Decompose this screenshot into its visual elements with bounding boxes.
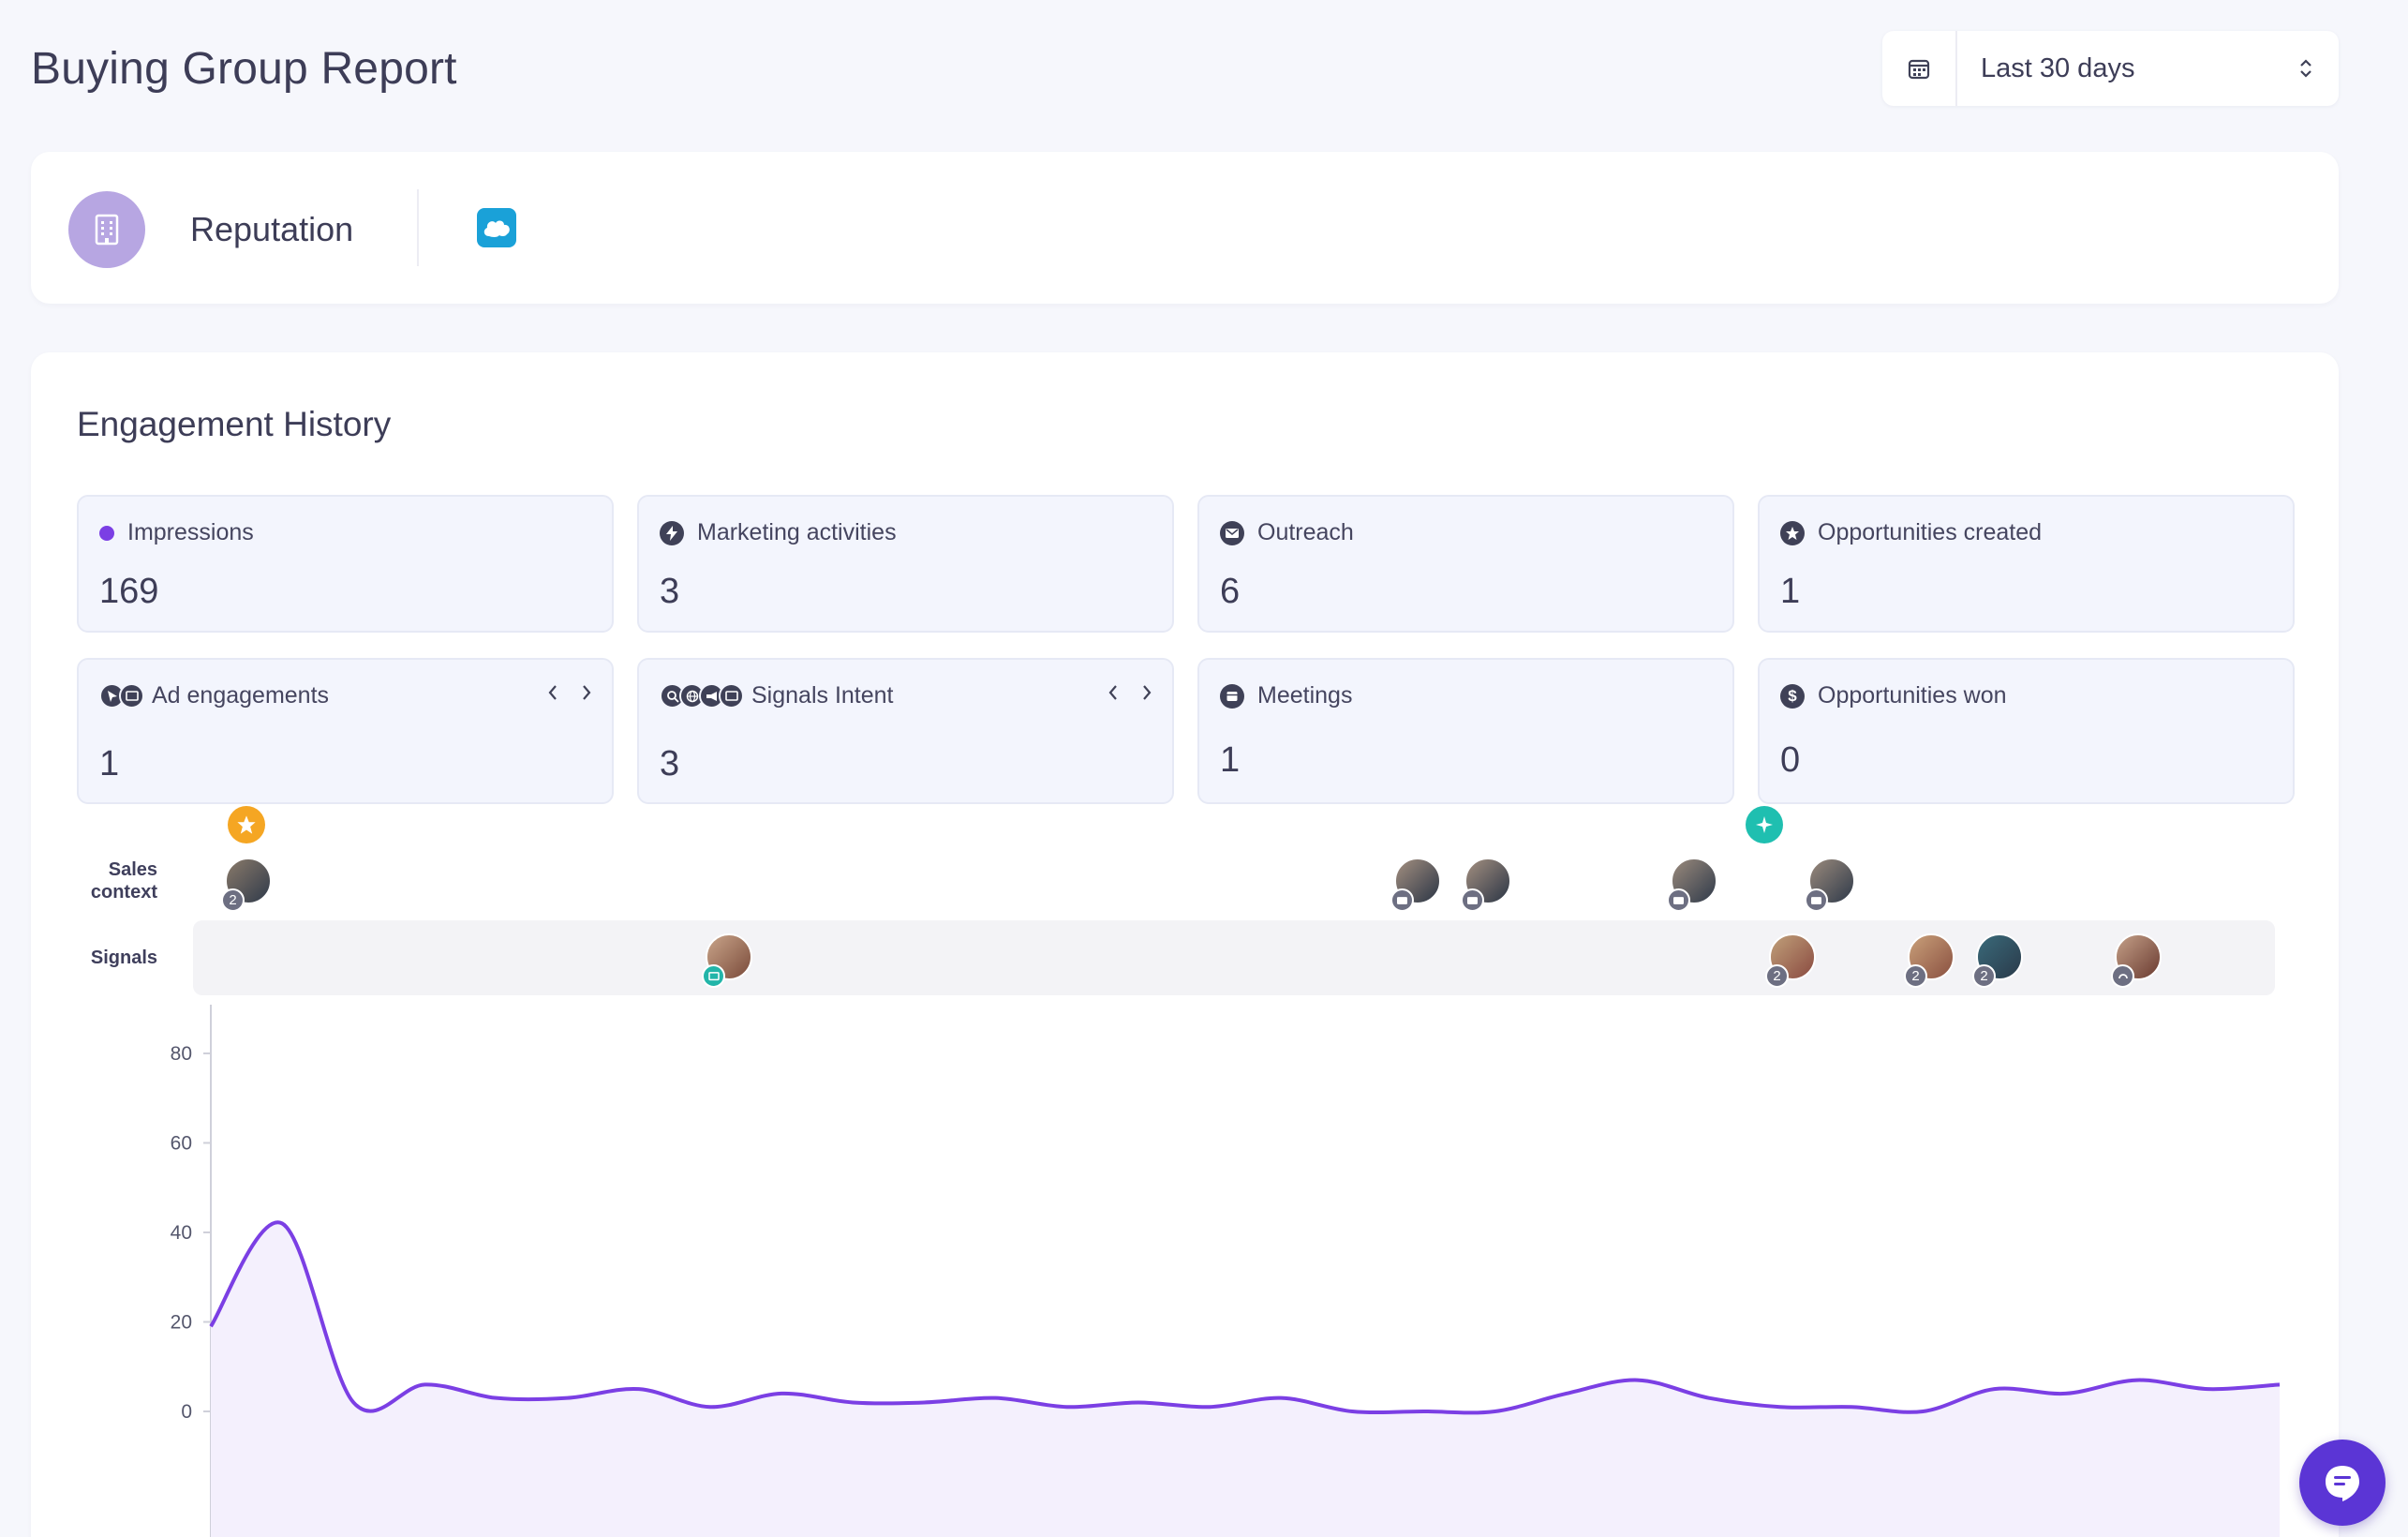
bolt-icon bbox=[660, 520, 684, 545]
metric-label: Signals Intent bbox=[751, 682, 894, 709]
sales-context-label: Sales context bbox=[90, 859, 157, 903]
signals-label: Signals bbox=[90, 948, 157, 968]
calendar-icon bbox=[1220, 683, 1244, 709]
mail-icon bbox=[1805, 888, 1828, 912]
y-tick-label: 60 bbox=[171, 1133, 192, 1155]
metric-value: 0 bbox=[1780, 740, 1801, 780]
contact-avatar[interactable]: 2 bbox=[1765, 933, 1816, 988]
chevron-right-icon[interactable] bbox=[580, 682, 593, 708]
metric-label: Opportunities created bbox=[1818, 519, 2043, 545]
mail-icon bbox=[1461, 888, 1484, 912]
metric-label: Outreach bbox=[1257, 519, 1354, 545]
dollar-icon: $ bbox=[1780, 683, 1805, 709]
date-range-value[interactable]: Last 30 days bbox=[1957, 31, 2273, 106]
signal-sparkle-marker[interactable] bbox=[1746, 806, 1783, 843]
metric-value: 1 bbox=[1780, 572, 1801, 611]
contact-avatar[interactable]: 2 bbox=[1904, 933, 1955, 988]
metric-opportunities-won[interactable]: $ Opportunities won 0 bbox=[1758, 658, 2295, 804]
metric-value: 169 bbox=[99, 572, 159, 611]
contact-avatar[interactable] bbox=[1461, 858, 1511, 912]
intent-icons bbox=[660, 683, 744, 709]
metric-label: Impressions bbox=[127, 519, 254, 545]
company-card: Reputation bbox=[31, 152, 2339, 304]
contact-avatar[interactable]: 2 bbox=[1972, 933, 2023, 988]
metric-impressions[interactable]: Impressions 169 bbox=[77, 495, 614, 633]
y-tick-label: 0 bbox=[181, 1401, 192, 1423]
metric-value: 1 bbox=[99, 744, 120, 783]
metric-label: Opportunities won bbox=[1818, 682, 2007, 709]
metric-label: Marketing activities bbox=[697, 519, 897, 545]
count-badge: 2 bbox=[1765, 964, 1789, 988]
chevron-left-icon[interactable] bbox=[1107, 682, 1120, 708]
contact-avatar[interactable]: 2 bbox=[221, 858, 272, 912]
count-badge: 2 bbox=[1972, 964, 1996, 988]
engagement-history-card: Engagement History Impressions 169 Marke… bbox=[31, 352, 2339, 1537]
metric-ad-engagements[interactable]: Ad engagements 1 bbox=[77, 658, 614, 804]
building-icon bbox=[68, 191, 145, 268]
count-badge: 2 bbox=[221, 888, 245, 912]
salesforce-icon[interactable] bbox=[477, 208, 516, 247]
contact-avatar[interactable] bbox=[1390, 858, 1441, 912]
signals-band bbox=[193, 920, 2275, 995]
metric-opportunities-created[interactable]: Opportunities created 1 bbox=[1758, 495, 2295, 633]
section-title: Engagement History bbox=[77, 405, 392, 443]
mail-icon bbox=[1667, 888, 1690, 912]
page-title: Buying Group Report bbox=[31, 44, 457, 94]
date-range-select[interactable]: Last 30 days bbox=[1882, 31, 2339, 106]
ad-icons bbox=[99, 683, 144, 709]
dot-icon bbox=[99, 525, 114, 541]
y-tick-label: 80 bbox=[171, 1043, 192, 1065]
metric-meetings[interactable]: Meetings 1 bbox=[1197, 658, 1734, 804]
calendar-icon[interactable] bbox=[1882, 31, 1957, 106]
metric-value: 6 bbox=[1220, 572, 1241, 611]
metric-label: Ad engagements bbox=[152, 682, 330, 709]
metric-value: 3 bbox=[660, 572, 680, 611]
chat-widget-button[interactable] bbox=[2299, 1440, 2386, 1526]
contact-avatar[interactable] bbox=[2111, 933, 2162, 988]
divider bbox=[417, 189, 419, 266]
impressions-line bbox=[209, 1220, 2281, 1415]
metric-outreach[interactable]: Outreach 6 bbox=[1197, 495, 1734, 633]
chevron-left-icon[interactable] bbox=[546, 682, 559, 708]
count-badge: 2 bbox=[1904, 964, 1927, 988]
impressions-chart: 80 60 40 20 0 bbox=[171, 1005, 2281, 1537]
metric-marketing-activities[interactable]: Marketing activities 3 bbox=[637, 495, 1174, 633]
impressions-area bbox=[211, 1222, 2280, 1537]
metric-value: 3 bbox=[660, 744, 680, 783]
contact-avatar[interactable] bbox=[1805, 858, 1855, 912]
company-name[interactable]: Reputation bbox=[190, 210, 353, 249]
screen-icon bbox=[119, 683, 144, 709]
screen-icon bbox=[702, 964, 725, 988]
rotate-icon bbox=[2111, 964, 2134, 988]
mail-icon bbox=[1220, 520, 1244, 545]
chevron-right-icon[interactable] bbox=[1140, 682, 1153, 708]
y-tick-label: 20 bbox=[171, 1312, 192, 1334]
metric-label: Meetings bbox=[1257, 682, 1353, 709]
contact-avatar[interactable] bbox=[702, 933, 752, 988]
y-tick-label: 40 bbox=[171, 1222, 192, 1244]
star-icon bbox=[1780, 520, 1805, 545]
opportunity-star-marker[interactable] bbox=[228, 806, 265, 843]
contact-avatar[interactable] bbox=[1667, 858, 1717, 912]
metric-signals-intent[interactable]: Signals Intent 3 bbox=[637, 658, 1174, 804]
screen-icon bbox=[719, 683, 744, 709]
metric-value: 1 bbox=[1220, 740, 1241, 780]
mail-icon bbox=[1390, 888, 1414, 912]
chevron-updown-icon[interactable] bbox=[2273, 31, 2339, 106]
